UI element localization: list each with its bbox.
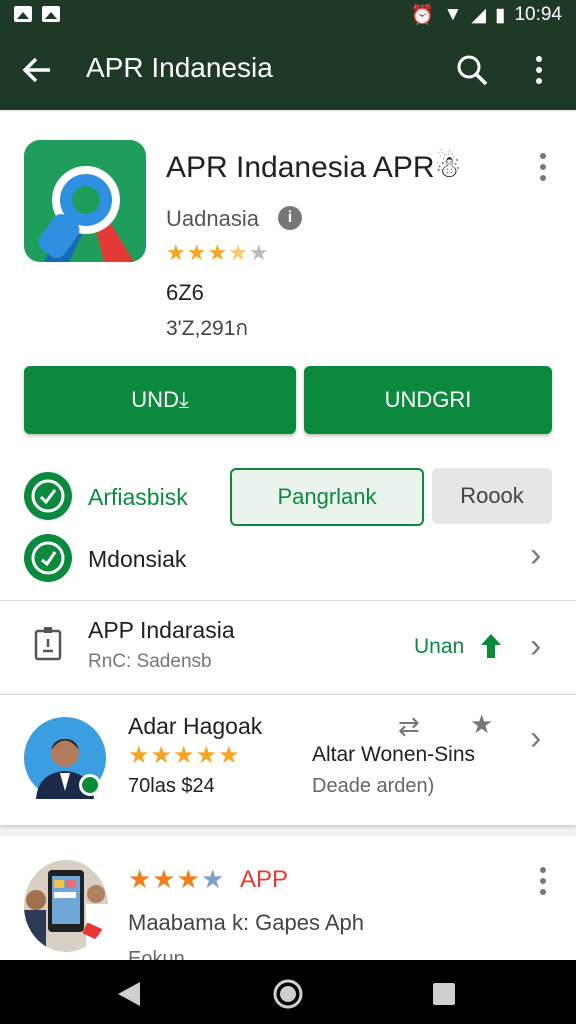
app-header-card: APR Indanesia APR☃ Uadnasia i ★★★★★ 6Ζ6 …	[0, 112, 576, 600]
filter-pill[interactable]: Roook	[432, 468, 552, 524]
signal-icon: ◢	[471, 4, 486, 26]
install-button[interactable]: UND⤓	[24, 366, 296, 434]
filter-pill-selected[interactable]: Pangrlank	[230, 468, 424, 526]
review-stars: ★★★★★	[128, 742, 241, 769]
app-list-item[interactable]: ★★★★ APP Maabama k: Gapes Aph Eokun	[0, 836, 576, 970]
update-button[interactable]: UNDGRI	[304, 366, 552, 434]
app-thumbnail	[24, 860, 108, 952]
info-icon: i	[278, 206, 302, 230]
back-arrow-icon[interactable]	[22, 56, 52, 84]
recents-nav-icon[interactable]	[432, 982, 456, 1006]
review-headline: Altar Wonen-Sins	[312, 743, 476, 766]
app-size: 6Ζ6	[166, 280, 204, 305]
gallery-icon	[42, 6, 60, 22]
more-vert-icon[interactable]	[538, 866, 548, 896]
reviewer-name: Adar Hagoak	[128, 713, 263, 739]
rating-stars: ★★★★★	[166, 240, 270, 265]
option-label[interactable]: Mdonsiak	[88, 546, 186, 573]
app-bar: APR Indanesia	[0, 30, 576, 110]
more-vert-icon[interactable]	[538, 152, 548, 182]
info-row[interactable]: APP Indarasia RnC: Sadensb Unan ›	[0, 600, 576, 693]
more-vert-icon[interactable]	[534, 55, 544, 85]
search-icon[interactable]	[456, 54, 488, 86]
wifi-icon: ▼	[443, 4, 463, 25]
share-upload-icon[interactable]	[478, 631, 504, 661]
status-bar: ⏰ ▼ ◢ ▮ 10:94	[0, 0, 576, 30]
home-nav-icon[interactable]	[272, 978, 304, 1010]
chevron-right-icon[interactable]: ›	[530, 538, 541, 572]
star-icon[interactable]: ★	[470, 709, 493, 740]
check-circle-icon	[24, 472, 72, 520]
review-subtext: Deade arden)	[312, 775, 435, 797]
clock-time: 10:94	[514, 4, 562, 25]
share-icon[interactable]: ⇄	[398, 711, 420, 742]
back-nav-icon[interactable]	[116, 980, 142, 1008]
chevron-right-icon[interactable]: ›	[530, 629, 541, 663]
developer-name[interactable]: Uadnasia	[166, 206, 259, 232]
app-logo	[24, 140, 146, 262]
download-count: 3'Z,291ก	[166, 317, 249, 340]
app-name: APR Indanesia APR☃	[166, 151, 462, 184]
alarm-icon: ⏰	[410, 5, 435, 26]
info-action-label[interactable]: Unan	[414, 635, 464, 659]
info-title: APP Indarasia	[88, 617, 235, 643]
check-circle-icon	[24, 534, 72, 582]
gallery-icon	[14, 6, 32, 22]
clipboard-icon	[34, 627, 62, 661]
review-card[interactable]: Adar Hagoak ★★★★★ 70las $24 ⇄ ★ Altar Wo…	[0, 694, 576, 825]
navigation-bar	[0, 960, 576, 1024]
info-subtitle: RnC: Sadensb	[88, 651, 212, 672]
chevron-right-icon[interactable]: ›	[530, 721, 541, 755]
battery-icon: ▮	[494, 4, 506, 26]
page-title: APR Indanesia	[86, 52, 273, 83]
app-stars: ★★★★	[128, 864, 226, 894]
app-badge: APP	[240, 866, 289, 893]
option-label[interactable]: Arfiasbisk	[88, 484, 188, 511]
review-meta: 70las $24	[128, 775, 215, 797]
avatar	[24, 717, 106, 799]
app-description: Maabama k: Gapes Aph	[128, 910, 365, 935]
